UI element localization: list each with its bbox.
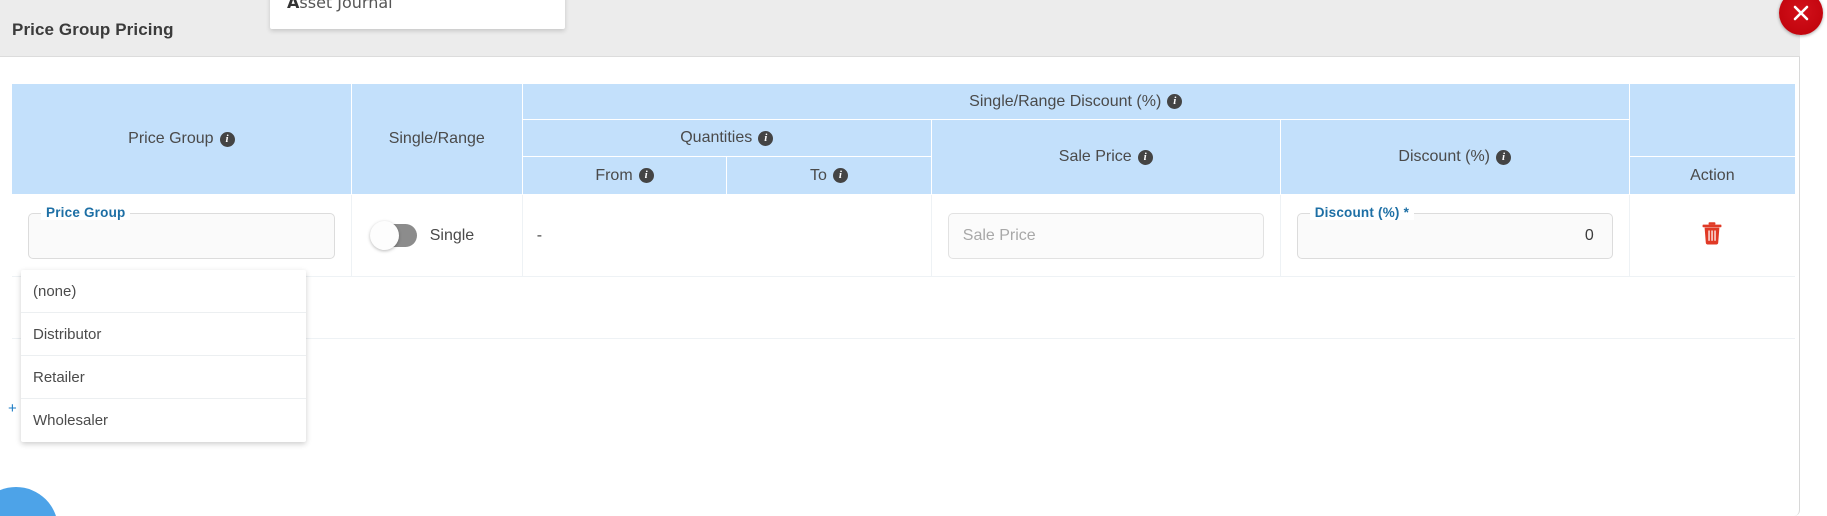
cell-discount: Discount (%) * [1280,195,1630,277]
th-group-discount: Single/Range Discount (%) i [522,84,1630,120]
info-icon[interactable]: i [638,168,654,183]
price-group-options-dropdown: (none) Distributor Retailer Wholesaler [21,270,306,442]
info-icon[interactable]: i [758,130,774,146]
discount-field[interactable]: Discount (%) * [1296,204,1613,259]
info-icon[interactable]: i [1496,149,1511,165]
th-action: Action [1629,157,1795,195]
th-action-label: Action [1690,166,1735,184]
discount-input[interactable] [1297,213,1612,258]
th-sale-price-label: Sale Price [1058,148,1132,165]
th-to-label: To [810,166,827,184]
th-quantity-to: To i [727,157,932,195]
autocomplete-panel: Asset Journal [270,0,565,29]
floating-action-button[interactable] [0,487,58,516]
th-price-group: Price Group i [12,84,352,195]
page-title: Price Group Pricing [12,20,174,39]
th-quantity-from: From i [522,157,728,195]
trash-icon[interactable] [1702,221,1722,250]
table-head: Price Group i Single/Range Single/Range [12,84,1795,195]
dropdown-option-none[interactable]: (none) [21,270,306,313]
autocomplete-option-label: sset Journal [299,0,393,12]
sale-price-input[interactable] [948,213,1263,258]
table-header-row-1: Price Group i Single/Range Single/Range [12,84,1795,195]
table-row: Price Group Single - Sale Price Discount… [12,195,1795,277]
th-discount: Discount (%) i [1280,120,1630,195]
info-icon[interactable]: i [1167,94,1183,109]
price-group-field[interactable]: Price Group [28,204,335,259]
autocomplete-option-asset-journal[interactable]: Asset Journal [270,0,565,25]
cell-single-range: Single [351,195,523,277]
th-quantities: Quantities i [522,120,932,157]
th-single-range-label: Single/Range [388,130,485,147]
th-from-label: From [595,166,633,184]
single-range-toggle-label: Single [429,226,475,244]
dropdown-option-retailer[interactable]: Retailer [21,356,306,399]
single-range-toggle[interactable] [369,221,417,250]
info-icon[interactable]: i [219,131,235,147]
quantities-value: - [536,226,543,244]
autocomplete-match-prefix: A [287,0,300,12]
cell-sale-price [931,195,1281,277]
dropdown-option-distributor[interactable]: Distributor [21,313,306,356]
th-single-range: Single/Range [351,84,523,195]
screen-root: Price Group Pricing Price Group i Single… [0,0,1827,516]
price-group-input[interactable] [29,213,334,258]
info-icon[interactable]: i [832,168,848,183]
sale-price-field[interactable] [947,212,1264,259]
th-discount-label: Discount (%) [1398,148,1490,165]
th-price-group-label: Price Group [128,130,214,147]
th-sale-price: Sale Price i [931,120,1281,195]
dropdown-option-wholesaler[interactable]: Wholesaler [21,399,306,442]
th-group-discount-label: Single/Range Discount (%) [969,92,1162,110]
toggle-knob [369,221,399,250]
th-action-spacer [1629,84,1795,157]
cell-action [1629,195,1795,277]
info-icon[interactable]: i [1137,149,1153,165]
cell-quantities: - [522,195,932,277]
cell-price-group: Price Group [12,195,352,277]
th-quantities-label: Quantities [680,129,753,146]
